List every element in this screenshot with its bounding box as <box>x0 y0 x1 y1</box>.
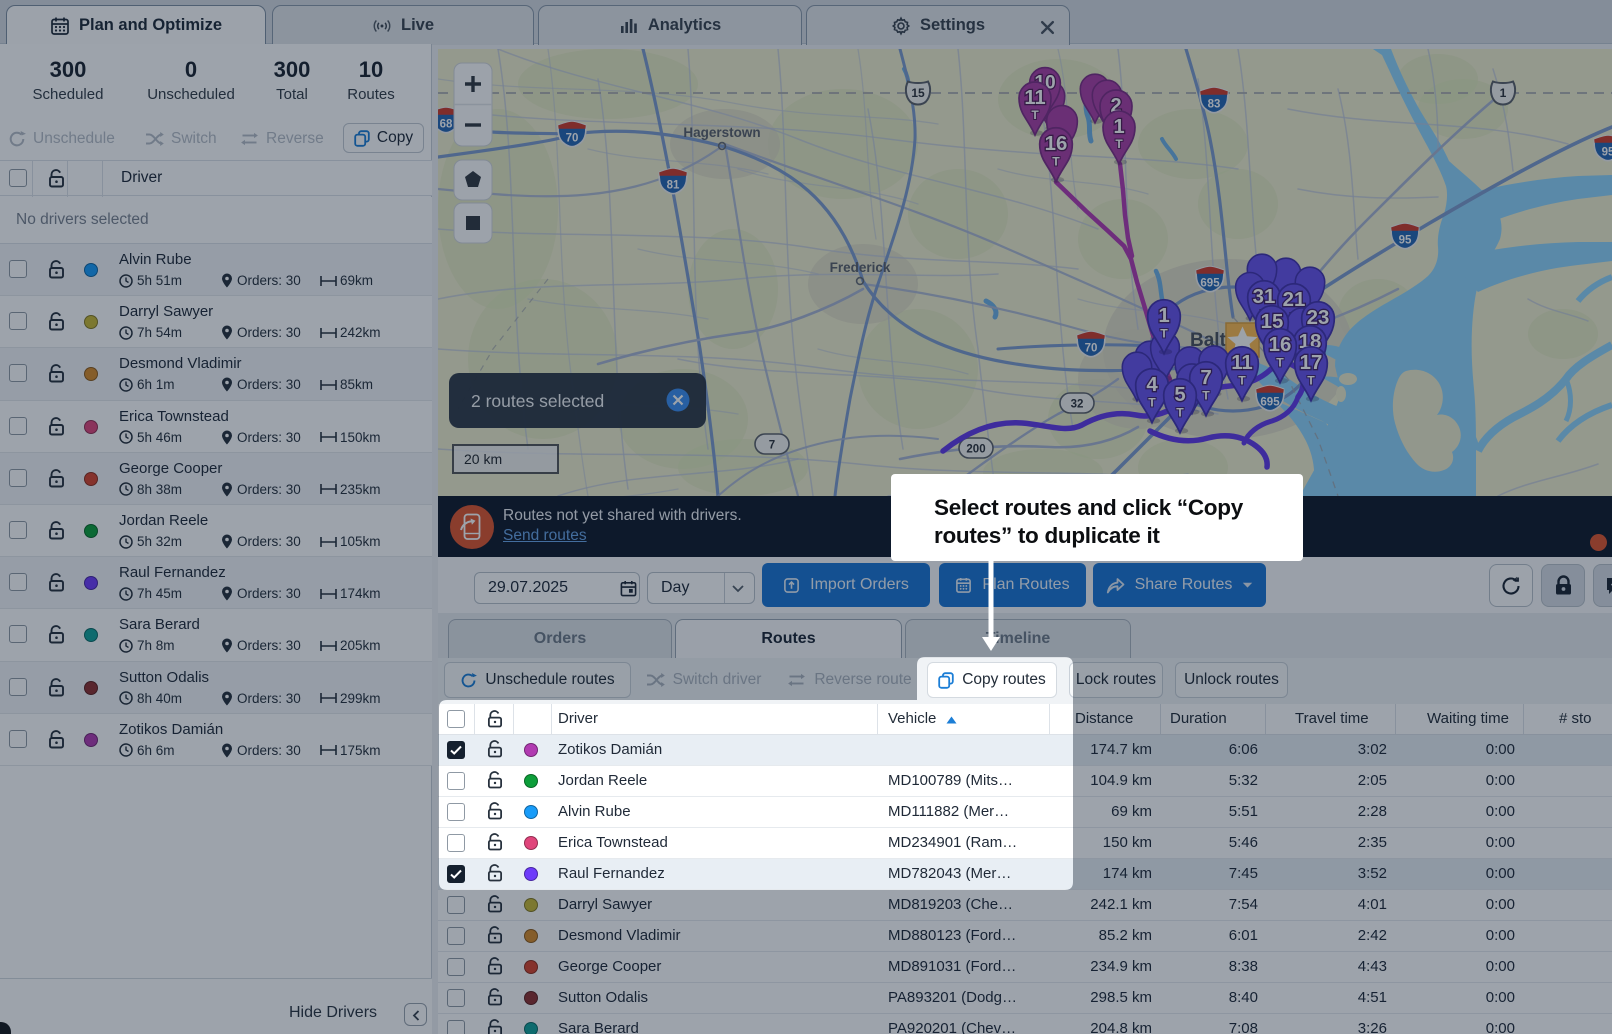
svg-text:T: T <box>1276 355 1284 369</box>
svg-text:695: 695 <box>1200 278 1220 290</box>
svg-text:2 routes selected: 2 routes selected <box>471 391 604 411</box>
svg-text:20 km: 20 km <box>464 451 502 467</box>
svg-text:1: 1 <box>1113 116 1124 138</box>
svg-text:Frederick: Frederick <box>830 260 891 275</box>
svg-text:32: 32 <box>1071 399 1084 411</box>
svg-text:1: 1 <box>1158 305 1169 327</box>
svg-text:15: 15 <box>911 86 925 100</box>
svg-text:1: 1 <box>1500 86 1507 100</box>
svg-text:81: 81 <box>667 180 680 192</box>
svg-text:695: 695 <box>1260 397 1280 409</box>
svg-text:T: T <box>1238 373 1246 387</box>
svg-text:Hagerstown: Hagerstown <box>683 125 760 140</box>
svg-text:T: T <box>1115 137 1123 151</box>
svg-text:7: 7 <box>769 440 775 452</box>
svg-text:70: 70 <box>566 133 579 145</box>
svg-text:T: T <box>1160 326 1168 340</box>
svg-text:95: 95 <box>1399 235 1412 247</box>
svg-text:7: 7 <box>1200 367 1211 389</box>
svg-text:17: 17 <box>1300 352 1323 374</box>
svg-text:4: 4 <box>1146 374 1158 396</box>
svg-text:11: 11 <box>1024 87 1045 109</box>
svg-text:T: T <box>1176 405 1184 419</box>
svg-text:T: T <box>1052 154 1060 168</box>
svg-text:16: 16 <box>1269 334 1292 356</box>
svg-text:T: T <box>1031 108 1039 122</box>
svg-text:70: 70 <box>1085 343 1098 355</box>
svg-text:T: T <box>1202 388 1210 402</box>
svg-text:5: 5 <box>1174 384 1185 406</box>
svg-text:200: 200 <box>966 444 985 456</box>
svg-text:83: 83 <box>1208 99 1221 111</box>
svg-text:68: 68 <box>440 119 453 131</box>
svg-text:T: T <box>1307 373 1315 387</box>
svg-text:95: 95 <box>1602 147 1612 159</box>
svg-text:16: 16 <box>1045 133 1068 155</box>
svg-text:T: T <box>1148 395 1156 409</box>
svg-text:11: 11 <box>1231 352 1253 374</box>
